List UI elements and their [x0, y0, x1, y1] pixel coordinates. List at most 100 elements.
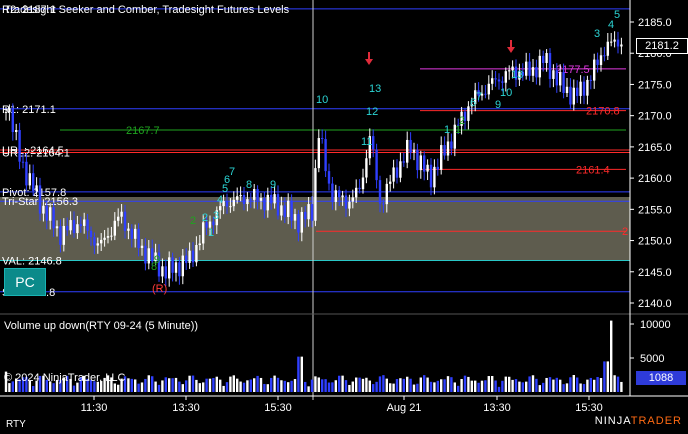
volume-bar — [412, 384, 416, 392]
volume-bar — [276, 377, 280, 392]
candle-body — [378, 180, 382, 204]
logo-part1: NINJA — [594, 415, 631, 427]
count-label: 1 — [208, 227, 214, 239]
volume-tick-label: 5000 — [640, 353, 664, 365]
volume-bar — [467, 376, 470, 392]
down-arrow-icon — [365, 59, 373, 65]
candle-body — [389, 181, 392, 184]
volume-bar — [174, 377, 178, 392]
volume-bar — [117, 384, 120, 392]
candle-body — [110, 235, 113, 237]
candle-body — [423, 155, 426, 172]
volume-bar — [494, 380, 497, 392]
setup-label: 9 — [154, 254, 160, 266]
price-chart[interactable]: R2: 2187.1R1: 2171.1URL: 2164.5URL2: 216… — [0, 0, 688, 434]
candle-body — [120, 211, 123, 217]
volume-bar — [528, 376, 531, 392]
volume-bar — [613, 375, 616, 392]
volume-bar — [310, 379, 314, 392]
candle-body — [579, 81, 582, 96]
candle-body — [69, 220, 72, 231]
volume-bar — [273, 375, 276, 392]
count-label: 3 — [213, 210, 219, 222]
candle-body — [168, 257, 171, 279]
count-label: 7 — [229, 166, 235, 178]
candle-body — [259, 198, 263, 201]
candle-body — [419, 155, 422, 171]
candle-body — [290, 200, 293, 221]
volume-bar — [470, 380, 473, 392]
count-label: 1 — [444, 124, 450, 136]
candle-body — [599, 55, 603, 65]
candle-body — [52, 207, 55, 229]
price-tick-label: 2140.0 — [638, 298, 672, 310]
candle-body — [21, 161, 25, 163]
volume-bar — [586, 379, 589, 392]
volume-bar — [236, 378, 239, 392]
candle-body — [239, 195, 242, 197]
volume-bar — [548, 377, 552, 392]
candle-body — [402, 161, 405, 163]
candle-body — [11, 108, 14, 133]
candle-body — [321, 138, 324, 140]
candle-body — [103, 237, 106, 240]
time-tick-label: Aug 21 — [387, 402, 422, 414]
candle-body — [593, 59, 596, 81]
candle-body — [8, 108, 11, 112]
volume-bar — [440, 379, 443, 392]
candle-body — [123, 211, 127, 231]
volume-bar — [249, 379, 252, 392]
volume-bar — [32, 386, 35, 392]
time-axis[interactable]: 11:30 13:30 15:30 Aug 21 13:30 15:30 — [81, 396, 603, 414]
count-label: 3 — [594, 28, 600, 40]
volume-bar — [501, 380, 504, 392]
volume-bar — [365, 377, 368, 392]
candle-body — [565, 86, 569, 94]
volume-axis[interactable]: 5000 10000 — [630, 319, 671, 365]
instrument-tab[interactable]: RTY — [6, 419, 26, 430]
candle-body — [113, 220, 116, 236]
candle-body — [406, 139, 409, 163]
pc-button[interactable]: PC — [4, 268, 46, 296]
copyright-text: © 2024 NinjaTrader, LLC — [4, 372, 126, 384]
volume-bar — [52, 383, 55, 392]
candle-body — [395, 167, 399, 178]
candle-body — [300, 211, 303, 233]
volume-bar — [368, 380, 371, 392]
candle-body — [229, 206, 232, 208]
price-tick-label: 2185.0 — [638, 17, 672, 29]
volume-bar — [460, 379, 463, 392]
candle-body — [134, 228, 137, 239]
volume-bar — [521, 382, 524, 392]
candle-body — [127, 228, 130, 231]
candle-body — [219, 206, 222, 211]
volume-bar — [389, 383, 392, 392]
candle-body — [616, 39, 620, 47]
volume-bar — [416, 383, 419, 392]
candle-body — [409, 139, 412, 153]
volume-bar — [317, 377, 320, 392]
candle-body — [178, 262, 181, 277]
volume-bar — [525, 381, 528, 392]
volume-bar — [555, 377, 558, 392]
level-label: URL2: 2164.1 — [2, 148, 70, 160]
volume-bar — [426, 377, 429, 392]
candle-body — [270, 194, 273, 204]
volume-bar — [514, 379, 518, 392]
price-axis[interactable]: 2140.0 2145.0 2150.0 2155.0 2160.0 2165.0 2170… — [630, 17, 672, 310]
volume-bar — [72, 385, 76, 392]
setup-label: 1 — [455, 124, 461, 136]
r-marker: (R) — [152, 283, 167, 295]
volume-bar — [242, 382, 246, 392]
candle-body — [501, 81, 504, 83]
volume-bar — [259, 377, 263, 392]
count-label: 10 — [500, 87, 512, 99]
candle-body — [358, 187, 361, 190]
volume-bar — [307, 386, 310, 392]
volume-bar — [409, 378, 412, 392]
candle-body — [365, 158, 368, 178]
candle-body — [351, 197, 354, 202]
candle-body — [164, 266, 167, 279]
candle-body — [225, 201, 229, 207]
volume-bar — [154, 381, 157, 392]
